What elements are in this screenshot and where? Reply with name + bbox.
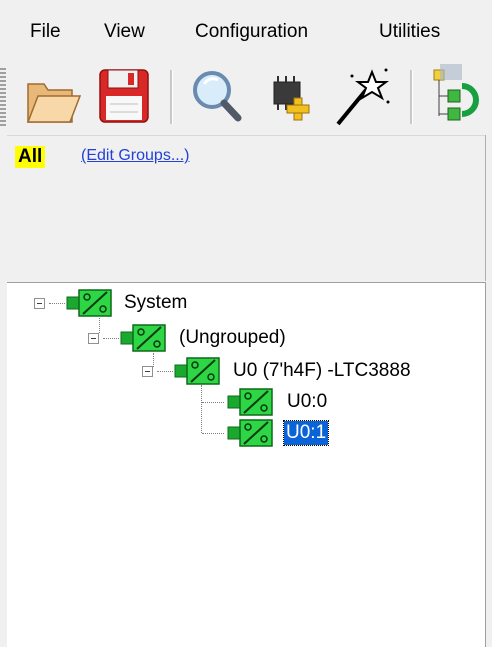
rail-icon [227, 419, 273, 447]
menu-file[interactable]: File [30, 20, 61, 44]
menu-configuration[interactable]: Configuration [195, 20, 308, 44]
edit-groups-link[interactable]: (Edit Groups...) [81, 146, 189, 166]
collapse-device-toggle[interactable] [142, 366, 153, 377]
group-icon [120, 324, 166, 352]
tree-node-rail-1[interactable]: U0:1 [282, 420, 330, 446]
wizard-button[interactable] [332, 62, 392, 130]
tree-connector [202, 433, 224, 434]
collapse-ungrouped-toggle[interactable] [88, 333, 99, 344]
tree-connector [157, 371, 173, 372]
tree-connector [202, 402, 224, 403]
tree-connector [49, 303, 65, 304]
toolbar-grip[interactable] [0, 68, 6, 126]
tree-refresh-icon [433, 64, 479, 121]
app-window: File View Configuration Utilities All (E… [0, 0, 492, 648]
device-tree: System (Ungrouped) U0 (7'h4F) -LTC3888 U… [7, 282, 485, 648]
tree-node-device[interactable]: U0 (7'h4F) -LTC3888 [233, 359, 411, 383]
system-icon [66, 289, 112, 317]
toolbar-separator [170, 70, 173, 124]
toolbar-separator [410, 70, 413, 124]
add-device-button[interactable] [262, 62, 322, 130]
search-icon [193, 71, 242, 122]
all-group-label[interactable]: All [15, 146, 46, 168]
open-button[interactable] [22, 62, 82, 130]
save-icon [99, 69, 149, 123]
groups-panel: All (Edit Groups...) [7, 135, 485, 282]
search-button[interactable] [186, 62, 246, 130]
open-folder-icon [26, 83, 82, 123]
menu-view[interactable]: View [104, 20, 145, 44]
rail-icon [227, 388, 273, 416]
tree-node-ungrouped[interactable]: (Ungrouped) [179, 326, 286, 350]
tree-node-system[interactable]: System [124, 291, 187, 315]
menu-utilities[interactable]: Utilities [379, 20, 440, 44]
save-button[interactable] [94, 62, 154, 130]
window-edge [485, 282, 492, 647]
collapse-system-toggle[interactable] [34, 298, 45, 309]
menu-bar: File View Configuration Utilities [0, 0, 492, 62]
refresh-tree-button[interactable] [426, 62, 486, 130]
tree-connector [153, 353, 154, 367]
tree-connector [103, 338, 119, 339]
tree-node-rail-0[interactable]: U0:0 [287, 390, 327, 414]
toolbar [0, 62, 492, 134]
tree-connector [201, 385, 202, 433]
add-device-icon [273, 76, 310, 121]
panel-divider [485, 135, 486, 281]
tree-connector [99, 318, 100, 333]
magic-wand-icon [336, 68, 390, 126]
device-icon [174, 357, 220, 385]
